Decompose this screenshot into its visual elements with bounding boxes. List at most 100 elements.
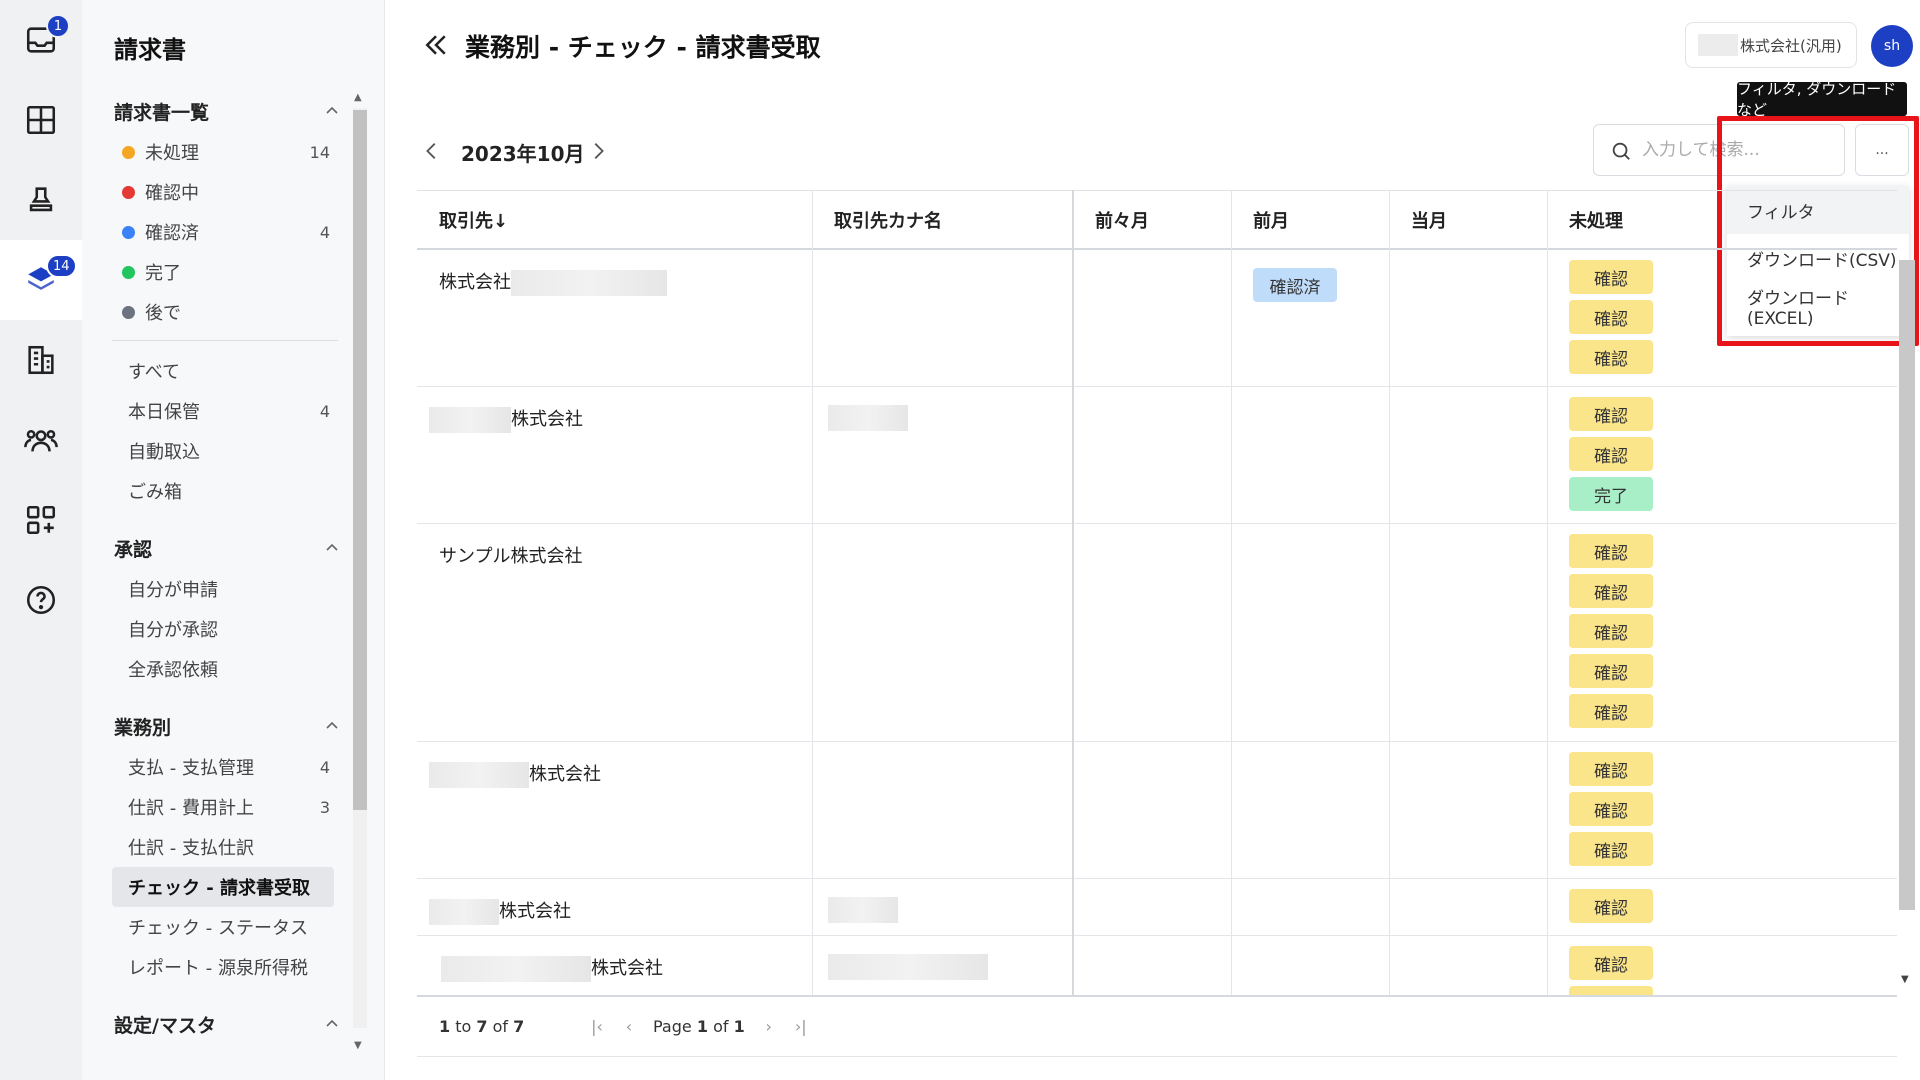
item-label: 自分が承認 — [128, 620, 218, 641]
column-two-months-ago[interactable]: 前々月 — [1073, 191, 1231, 249]
sidebar-item-my-approvals[interactable]: 自分が承認 — [82, 609, 352, 649]
sidebar-item-my-requests[interactable]: 自分が申請 — [82, 569, 352, 609]
rail-dashboard[interactable] — [0, 80, 82, 160]
table-row[interactable]: サンプル株式会社 確認 確認 確認 確認 確認 — [417, 524, 1897, 742]
column-divider — [1547, 190, 1548, 995]
rail-inbox[interactable]: 1 — [0, 0, 82, 80]
redacted — [828, 897, 898, 923]
rail-buildings[interactable] — [0, 320, 82, 400]
scroll-down-icon[interactable]: ▼ — [354, 1040, 362, 1051]
avatar[interactable]: sh — [1871, 25, 1913, 67]
status-badge[interactable]: 完了 — [1569, 477, 1653, 511]
rail-apps[interactable] — [0, 480, 82, 560]
redacted — [828, 405, 908, 431]
vendor-cell: 株式会社 — [417, 250, 667, 386]
sidebar-item-invoice-receipt[interactable]: チェック - 請求書受取 — [112, 867, 334, 907]
main-content: 業務別 - チェック - 請求書受取 株式会社(汎用) sh フィルタ, ダウン… — [384, 0, 1920, 1080]
sidebar-item-today[interactable]: 本日保管 4 — [82, 391, 352, 431]
table-row[interactable]: 株式会社 確認済 確認 確認 確認 — [417, 250, 1897, 387]
column-vendor[interactable]: 取引先↓ — [417, 191, 812, 249]
table-row[interactable]: 株式会社 確認 確認 確認 — [417, 742, 1897, 879]
first-page-icon[interactable]: |‹ — [581, 1011, 613, 1043]
scroll-up-icon[interactable]: ▲ — [354, 92, 362, 103]
item-label: 自分が申請 — [128, 580, 218, 601]
more-options-button[interactable]: ... — [1855, 124, 1909, 176]
table-row[interactable]: 株式会社 確認 確認 完了 — [417, 387, 1897, 524]
status-badge[interactable]: 確認 — [1569, 574, 1653, 608]
sidebar-item-confirming[interactable]: 確認中 — [82, 172, 352, 212]
status-badge[interactable]: 確認 — [1569, 832, 1653, 866]
tooltip: フィルタ, ダウンロードなど — [1737, 80, 1907, 119]
double-chevron-left-icon[interactable] — [421, 30, 451, 60]
item-count: 4 — [319, 222, 330, 242]
section-approval[interactable]: 承認 — [82, 527, 352, 569]
column-this-month[interactable]: 当月 — [1389, 191, 1547, 249]
apps-add-icon — [26, 505, 56, 535]
sidebar-item-all-approvals[interactable]: 全承認依頼 — [82, 649, 352, 689]
table-row[interactable]: 株式会社 確認 — [417, 879, 1897, 936]
rail-help[interactable] — [0, 560, 82, 640]
chevron-right-icon[interactable] — [587, 140, 609, 162]
company-selector[interactable]: 株式会社(汎用) — [1685, 22, 1857, 68]
vendor-cell: 株式会社 — [417, 387, 583, 523]
item-count: 14 — [309, 142, 330, 162]
sidebar-item-completed[interactable]: 完了 — [82, 252, 352, 292]
status-badge[interactable]: 確認 — [1569, 437, 1653, 471]
sidebar-item-withholding-report[interactable]: レポート - 源泉所得税 — [82, 947, 352, 987]
sidebar-item-status-check[interactable]: チェック - ステータス — [82, 907, 352, 947]
status-badge[interactable]: 確認 — [1569, 614, 1653, 648]
status-badge[interactable]: 確認 — [1569, 397, 1653, 431]
redacted — [441, 956, 591, 982]
search-input[interactable] — [1642, 140, 1822, 160]
sidebar-scrollbar[interactable]: ▲ ▼ — [348, 90, 368, 1060]
search-box[interactable] — [1593, 124, 1845, 176]
table-row[interactable]: 株式会社 確認 確認 — [417, 936, 1897, 995]
sidebar-item-payment[interactable]: 支払 - 支払管理 4 — [82, 747, 352, 787]
column-pending[interactable]: 未処理 — [1547, 191, 1705, 249]
sidebar-item-confirmed[interactable]: 確認済 4 — [82, 212, 352, 252]
sidebar-item-all[interactable]: すべて — [82, 351, 352, 391]
status-badge[interactable]: 確認 — [1569, 260, 1653, 294]
status-badge[interactable]: 確認 — [1569, 889, 1653, 923]
scroll-thumb[interactable] — [353, 110, 367, 810]
sidebar-item-expense[interactable]: 仕訳 - 費用計上 3 — [82, 787, 352, 827]
status-badge[interactable]: 確認 — [1569, 300, 1653, 334]
sidebar-item-auto-import[interactable]: 自動取込 — [82, 431, 352, 471]
status-badge[interactable]: 確認 — [1569, 694, 1653, 728]
item-label: 全承認依頼 — [128, 660, 218, 681]
dashboard-icon — [26, 105, 56, 135]
sidebar-item-unprocessed[interactable]: 未処理 14 — [82, 132, 352, 172]
section-settings[interactable]: 設定/マスタ — [82, 1003, 352, 1045]
status-badge[interactable]: 確認済 — [1253, 268, 1337, 302]
scroll-thumb[interactable] — [1899, 260, 1915, 910]
rail-stamp[interactable] — [0, 160, 82, 240]
item-label: 仕訳 - 支払仕訳 — [128, 838, 254, 859]
item-label: 仕訳 - 費用計上 — [128, 798, 254, 819]
status-badge[interactable]: 確認 — [1569, 946, 1653, 980]
status-badge[interactable]: 確認 — [1569, 340, 1653, 374]
status-badge[interactable]: 確認 — [1569, 986, 1653, 995]
status-badge[interactable]: 確認 — [1569, 534, 1653, 568]
scroll-down-icon[interactable]: ▼ — [1901, 974, 1909, 985]
rail-users[interactable] — [0, 400, 82, 480]
redacted — [828, 954, 988, 980]
column-vendor-kana[interactable]: 取引先カナ名 — [812, 191, 1073, 249]
status-badge[interactable]: 確認 — [1569, 752, 1653, 786]
table-header: 取引先↓ 取引先カナ名 前々月 前月 当月 未処理 — [417, 190, 1897, 250]
next-page-icon[interactable]: › — [753, 1011, 785, 1043]
sidebar-item-trash[interactable]: ごみ箱 — [82, 471, 352, 511]
last-page-icon[interactable]: ›| — [785, 1011, 817, 1043]
status-badge[interactable]: 確認 — [1569, 654, 1653, 688]
section-workflow[interactable]: 業務別 — [82, 705, 352, 747]
column-last-month[interactable]: 前月 — [1231, 191, 1389, 249]
sidebar-item-payment-journal[interactable]: 仕訳 - 支払仕訳 — [82, 827, 352, 867]
chevron-left-icon[interactable] — [421, 140, 443, 162]
rail-invoices[interactable]: 14 — [0, 240, 82, 320]
table-scrollbar[interactable]: ▼ — [1897, 190, 1917, 985]
sidebar-item-later[interactable]: 後で — [82, 292, 352, 332]
section-label: 請求書一覧 — [114, 101, 210, 124]
section-label: 承認 — [114, 538, 153, 561]
status-badge[interactable]: 確認 — [1569, 792, 1653, 826]
prev-page-icon[interactable]: ‹ — [613, 1011, 645, 1043]
section-invoice-list[interactable]: 請求書一覧 — [82, 90, 352, 132]
